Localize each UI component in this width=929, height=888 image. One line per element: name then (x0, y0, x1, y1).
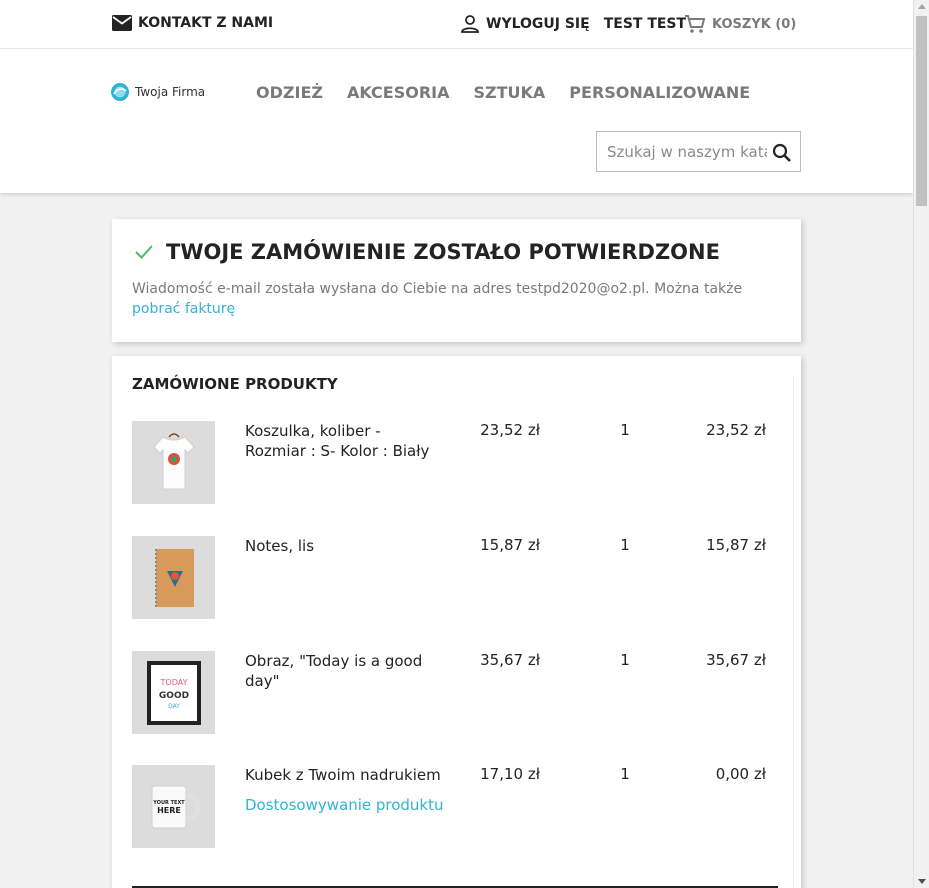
menu-item-sztuka[interactable]: SZTUKA (473, 83, 545, 102)
product-total: 0,00 zł (715, 765, 766, 783)
page-scrollbar[interactable] (913, 0, 929, 888)
top-bar: KONTAKT Z NAMI WYLOGUJ SIĘ TEST TEST KOS… (0, 0, 913, 49)
main-header: Twoja Firma ODZIEŻ AKCESORIA SZTUKA PERS… (0, 49, 913, 193)
confirmation-message-text: Wiadomość e-mail została wysłana do Cieb… (132, 281, 743, 297)
product-price: 23,52 zł (480, 421, 540, 439)
main-menu: ODZIEŻ AKCESORIA SZTUKA PERSONALIZOWANE (256, 83, 750, 102)
table-row: TODAY GOOD DAY Obraz, "Today is a good day… (132, 651, 782, 751)
contact-link[interactable]: KONTAKT Z NAMI (112, 15, 273, 31)
download-invoice-link[interactable]: pobrać fakturę (132, 301, 235, 317)
table-row: Notes, lis 15,87 zł 1 15,87 zł (132, 536, 782, 636)
search-icon[interactable] (772, 143, 792, 163)
product-price: 15,87 zł (480, 536, 540, 554)
scroll-down-icon[interactable] (918, 879, 926, 884)
user-icon (461, 15, 479, 33)
product-total: 23,52 zł (706, 421, 766, 439)
confirmation-title-text: TWOJE ZAMÓWIENIE ZOSTAŁO POTWIERDZONE (166, 240, 720, 264)
product-quantity: 1 (620, 765, 630, 783)
search-input[interactable] (597, 132, 767, 171)
scroll-thumb[interactable] (916, 16, 927, 206)
cart-link[interactable]: KOSZYK (0) (684, 14, 796, 34)
logout-link[interactable]: WYLOGUJ SIĘ (486, 16, 590, 32)
product-name: Kubek z Twoim nadrukiem Dostosowywanie p… (245, 765, 445, 815)
logo-text: Twoja Firma (135, 85, 206, 99)
logo-icon (111, 83, 129, 101)
divider (793, 376, 794, 888)
search-box (596, 131, 801, 172)
product-total: 15,87 zł (706, 536, 766, 554)
table-row: YOUR TEXT HERE Kubek z Twoim nadrukiem Do… (132, 765, 782, 865)
check-icon (135, 245, 153, 259)
logo[interactable]: Twoja Firma (110, 82, 205, 102)
menu-item-akcesoria[interactable]: AKCESORIA (347, 83, 450, 102)
products-heading: ZAMÓWIONE PRODUKTY (132, 375, 338, 393)
contact-label: KONTAKT Z NAMI (138, 15, 274, 31)
account-link[interactable]: TEST TEST (604, 16, 686, 32)
product-quantity: 1 (620, 651, 630, 669)
svg-text:GOOD: GOOD (158, 691, 188, 701)
mail-icon (112, 15, 132, 31)
product-name-text: Kubek z Twoim nadrukiem (245, 766, 441, 784)
cart-label: KOSZYK (0) (712, 16, 797, 32)
product-price: 35,67 zł (480, 651, 540, 669)
scroll-up-icon[interactable] (918, 4, 926, 9)
product-name: Obraz, "Today is a good day" (245, 652, 423, 690)
tshirt-image (132, 421, 215, 504)
mug-image: YOUR TEXT HERE (132, 765, 215, 848)
product-total: 35,67 zł (706, 651, 766, 669)
table-row: Koszulka, koliber - Rozmiar : S- Kolor :… (132, 421, 782, 521)
product-quantity: 1 (620, 536, 630, 554)
cart-icon (685, 15, 706, 33)
svg-text:DAY: DAY (168, 703, 180, 710)
product-price: 17,10 zł (480, 765, 540, 783)
confirmation-message: Wiadomość e-mail została wysłana do Cieb… (132, 279, 782, 319)
poster-image: TODAY GOOD DAY (132, 651, 215, 734)
notebook-image (132, 536, 215, 619)
menu-item-odziez[interactable]: ODZIEŻ (256, 83, 323, 102)
product-name: Koszulka, koliber - Rozmiar : S- Kolor :… (245, 422, 430, 460)
product-quantity: 1 (620, 421, 630, 439)
confirmation-title: TWOJE ZAMÓWIENIE ZOSTAŁO POTWIERDZONE (134, 240, 720, 264)
ordered-products-card: ZAMÓWIONE PRODUKTY Koszulka, koliber - R… (112, 356, 801, 888)
svg-text:HERE: HERE (157, 806, 181, 815)
svg-text:TODAY: TODAY (159, 678, 187, 687)
order-confirmation-card: TWOJE ZAMÓWIENIE ZOSTAŁO POTWIERDZONE Wi… (112, 219, 801, 342)
product-name: Notes, lis (245, 537, 315, 555)
menu-item-personalizowane[interactable]: PERSONALIZOWANE (569, 83, 750, 102)
user-area: WYLOGUJ SIĘ TEST TEST (460, 14, 686, 34)
customization-link[interactable]: Dostosowywanie produktu (245, 795, 445, 815)
